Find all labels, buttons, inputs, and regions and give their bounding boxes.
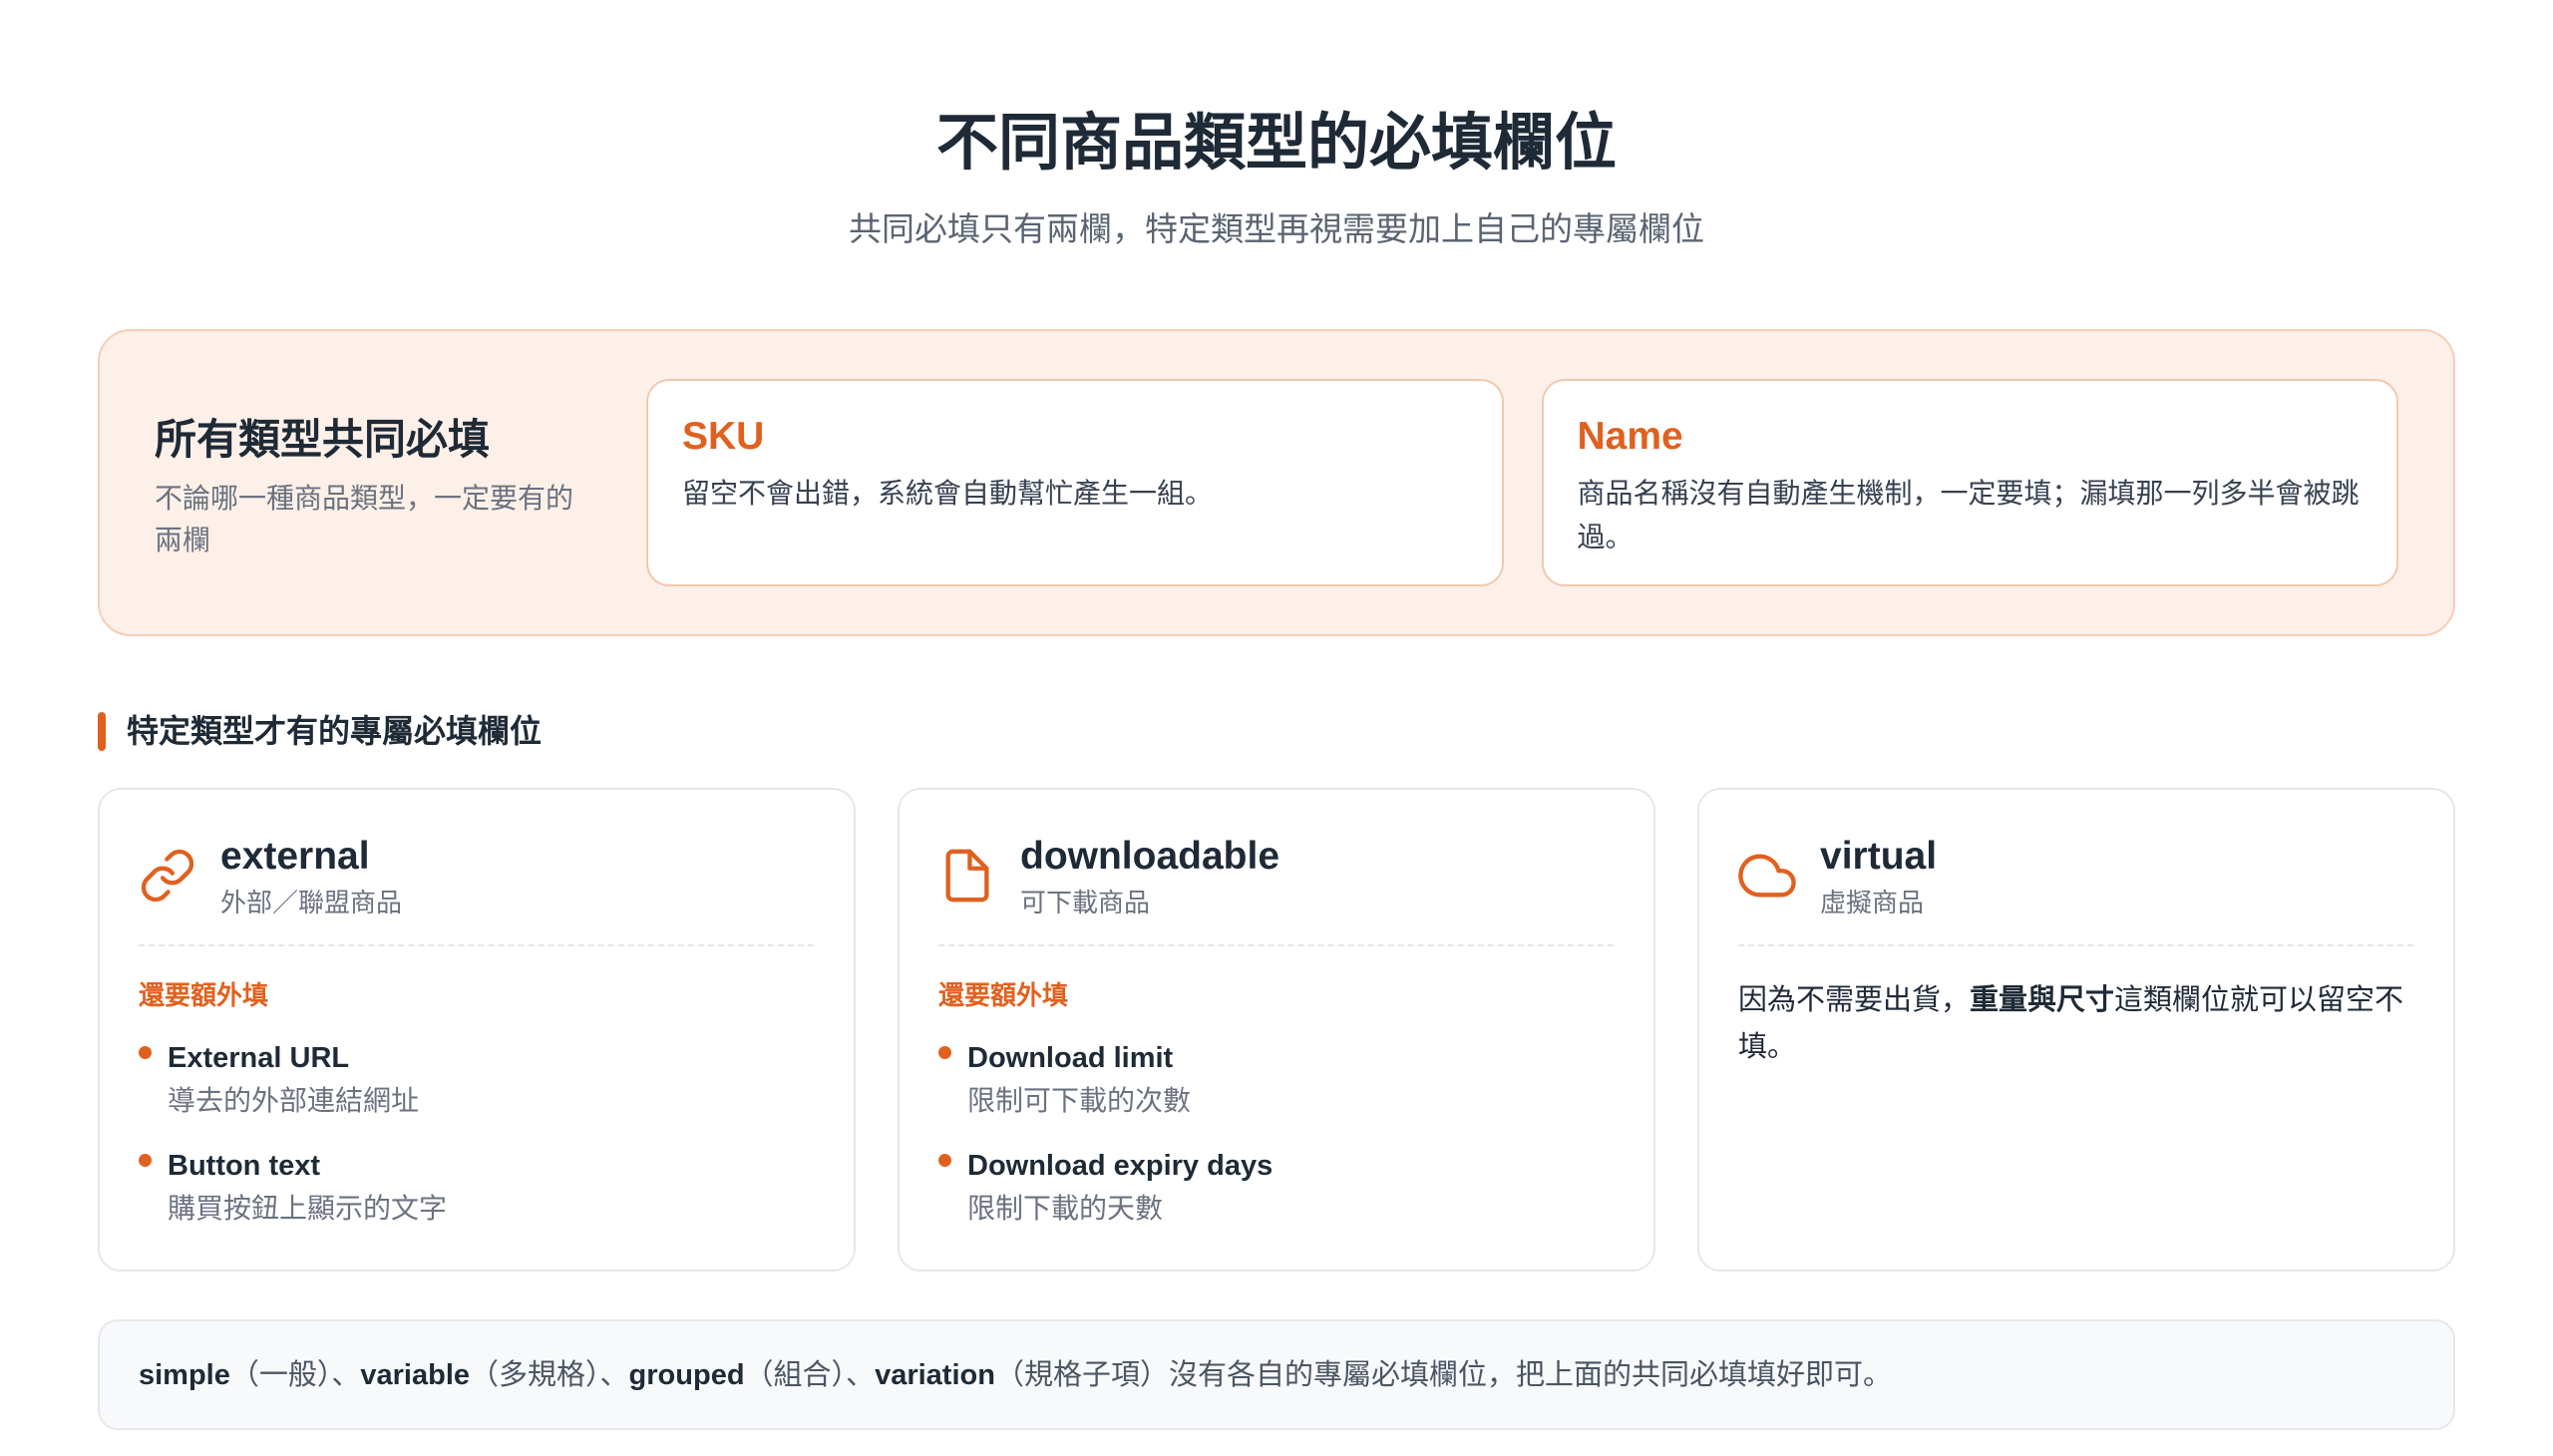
extra-field-name: Download limit <box>967 1042 1174 1074</box>
list-item: External URL 導去的外部連結網址 <box>139 1038 814 1121</box>
section-heading: 特定類型才有的專屬必填欄位 <box>98 709 542 753</box>
footer-note-text: simple（一般）、variable（多規格）、grouped（組合）、var… <box>139 1355 1892 1395</box>
type-titles: downloadable 可下載商品 <box>1020 833 1279 922</box>
file-icon <box>938 847 996 905</box>
list-item: Button text 購買按鈕上顯示的文字 <box>139 1146 814 1229</box>
common-description: 不論哪一種商品類型，一定要有的兩欄 <box>155 483 574 555</box>
section-title: 特定類型才有的專屬必填欄位 <box>127 713 543 749</box>
type-name: downloadable <box>1020 835 1280 878</box>
type-titles: virtual 虛擬商品 <box>1820 833 1937 922</box>
extra-fields-label: 還要額外填 <box>139 980 269 1010</box>
section-accent-bar <box>98 711 106 751</box>
extra-field-list: External URL 導去的外部連結網址 Button text 購買按鈕上… <box>139 1038 814 1229</box>
field-description: 商品名稱沒有自動產生機制，一定要填；漏填那一列多半會被跳過。 <box>1577 478 2360 552</box>
field-name: SKU <box>682 415 765 458</box>
extra-field-name: Button text <box>168 1150 321 1182</box>
type-name: external <box>220 835 370 878</box>
extra-field-name: Download expiry days <box>967 1150 1274 1182</box>
extra-field-name: External URL <box>168 1042 350 1074</box>
list-item: Download expiry days 限制下載的天數 <box>938 1146 1614 1229</box>
type-keyword: simple <box>139 1358 230 1391</box>
type-keyword: grouped <box>628 1358 745 1391</box>
link-icon <box>139 847 196 905</box>
type-card-downloadable: downloadable 可下載商品 還要額外填 Download limit … <box>898 788 1655 1272</box>
type-label: 虛擬商品 <box>1820 888 1925 917</box>
common-heading: 所有類型共同必填 <box>155 416 491 463</box>
field-name: Name <box>1577 415 1683 458</box>
bullet-dot <box>938 1046 951 1059</box>
type-keyword: variation <box>875 1358 995 1391</box>
type-note: 因為不需要出貨，重量與尺寸這類欄位就可以留空不填。 <box>1738 977 2413 1071</box>
extra-field-description: 限制可下載的次數 <box>967 1085 1192 1116</box>
field-description: 留空不會出錯，系統會自動幫忙產生一組。 <box>682 478 1214 509</box>
note-emphasis: 重量與尺寸 <box>1970 984 2115 1016</box>
type-card-virtual: virtual 虛擬商品 因為不需要出貨，重量與尺寸這類欄位就可以留空不填。 <box>1697 788 2455 1272</box>
type-gloss: （一般）、 <box>229 1358 361 1391</box>
type-card-header: virtual 虛擬商品 <box>1738 833 2413 946</box>
extra-field-list: Download limit 限制可下載的次數 Download expiry … <box>938 1038 1614 1229</box>
type-label: 外部／聯盟商品 <box>220 888 403 917</box>
footer-note: simple（一般）、variable（多規格）、grouped（組合）、var… <box>98 1319 2455 1430</box>
page-subtitle: 共同必填只有兩欄，特定類型再視需要加上自己的專屬欄位 <box>849 210 1704 247</box>
extra-fields-label: 還要額外填 <box>938 980 1069 1010</box>
page: 不同商品類型的必填欄位 共同必填只有兩欄，特定類型再視需要加上自己的專屬欄位 所… <box>0 0 2553 1456</box>
extra-field-description: 限制下載的天數 <box>967 1193 1164 1224</box>
type-titles: external 外部／聯盟商品 <box>220 833 402 922</box>
type-card-external: external 外部／聯盟商品 還要額外填 External URL 導去的外… <box>98 788 856 1272</box>
type-name: virtual <box>1820 835 1938 878</box>
note-text: 因為不需要出貨， <box>1738 984 1971 1016</box>
type-card-row: external 外部／聯盟商品 還要額外填 External URL 導去的外… <box>98 788 2455 1272</box>
extra-field-description: 購買按鈕上顯示的文字 <box>168 1193 448 1224</box>
field-card-name: Name 商品名稱沒有自動產生機制，一定要填；漏填那一列多半會被跳過。 <box>1541 379 2398 586</box>
type-keyword: variable <box>360 1358 471 1391</box>
type-label: 可下載商品 <box>1020 888 1151 917</box>
page-title: 不同商品類型的必填欄位 <box>935 109 1617 178</box>
bullet-dot <box>139 1154 152 1167</box>
type-gloss: （規格子項）沒有各自的專屬必填欄位，把上面的共同必填填好即可。 <box>994 1358 1892 1391</box>
field-card-sku: SKU 留空不會出錯，系統會自動幫忙產生一組。 <box>646 379 1504 586</box>
type-gloss: （多規格）、 <box>470 1358 629 1391</box>
type-card-header: external 外部／聯盟商品 <box>139 833 814 946</box>
cloud-icon <box>1738 847 1796 905</box>
extra-field-description: 導去的外部連結網址 <box>168 1085 420 1116</box>
type-card-header: downloadable 可下載商品 <box>938 833 1614 946</box>
bullet-dot <box>139 1046 152 1059</box>
bullet-dot <box>938 1154 951 1167</box>
type-gloss: （組合）、 <box>744 1358 876 1391</box>
common-required-panel: 所有類型共同必填 不論哪一種商品類型，一定要有的兩欄 SKU 留空不會出錯，系統… <box>98 329 2455 636</box>
list-item: Download limit 限制可下載的次數 <box>938 1038 1614 1121</box>
common-intro: 所有類型共同必填 不論哪一種商品類型，一定要有的兩欄 <box>155 379 608 586</box>
